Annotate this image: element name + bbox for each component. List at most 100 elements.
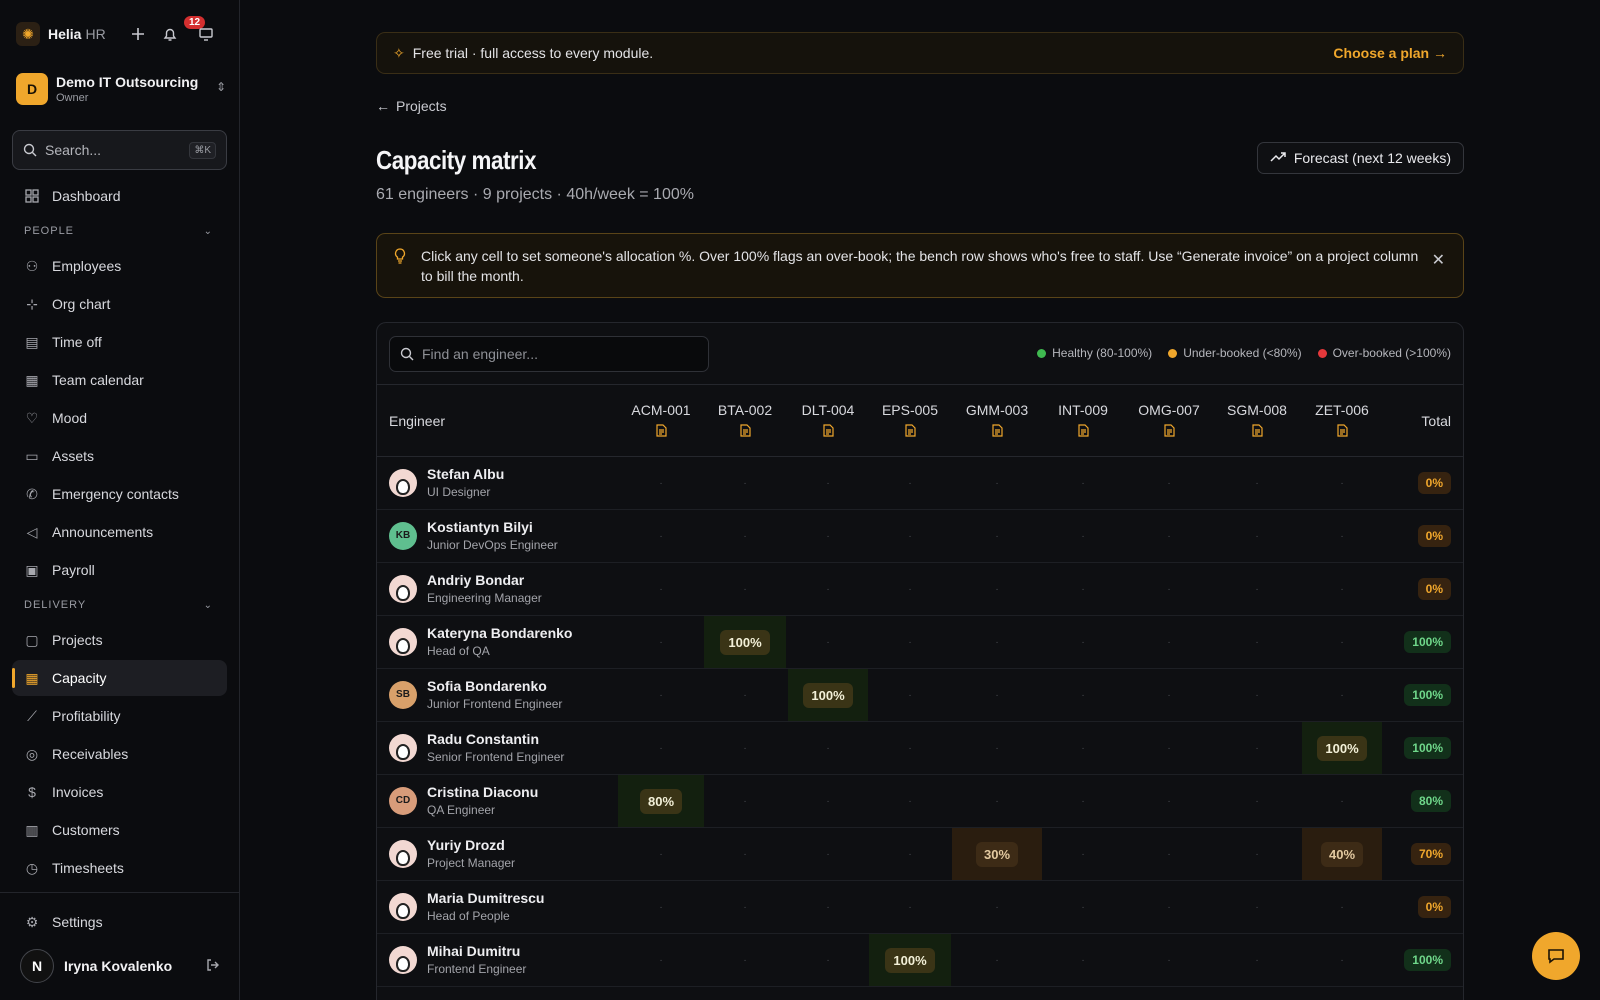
allocation-cell[interactable]: · <box>1042 775 1124 827</box>
allocation-cell[interactable]: · <box>1302 616 1382 668</box>
sidebar-item-capacity[interactable]: ▦ Capacity <box>12 660 227 696</box>
allocation-cell[interactable]: 100% <box>869 934 951 986</box>
allocation-cell[interactable]: · <box>618 563 704 615</box>
allocation-cell[interactable]: · <box>869 775 951 827</box>
allocation-cell[interactable]: · <box>1042 669 1124 721</box>
allocation-cell[interactable]: · <box>869 669 951 721</box>
column-header-project[interactable]: BTA-002 <box>704 385 786 457</box>
document-icon[interactable] <box>1251 424 1263 440</box>
allocation-cell[interactable]: · <box>1126 934 1212 986</box>
allocation-cell[interactable]: · <box>869 616 951 668</box>
org-switcher[interactable]: D Demo IT Outsourcing Owner ⇕ <box>16 72 226 106</box>
sidebar-item-invoices[interactable]: $ Invoices <box>12 774 227 810</box>
section-people[interactable]: PEOPLE ⌄ <box>12 216 227 246</box>
allocation-cell[interactable]: · <box>788 457 868 509</box>
allocation-cell[interactable]: · <box>704 457 786 509</box>
forecast-button[interactable]: Forecast (next 12 weeks) <box>1256 142 1464 174</box>
allocation-cell[interactable]: · <box>1302 934 1382 986</box>
allocation-cell[interactable]: · <box>1042 722 1124 774</box>
column-header-project[interactable]: ZET-006 <box>1302 385 1382 457</box>
allocation-cell[interactable]: · <box>618 510 704 562</box>
close-icon[interactable]: ✕ <box>1432 250 1445 270</box>
bell-icon[interactable] <box>158 22 182 46</box>
document-icon[interactable] <box>991 424 1003 440</box>
allocation-cell[interactable]: 100% <box>704 616 786 668</box>
allocation-cell[interactable]: · <box>704 934 786 986</box>
engineer-search-input[interactable]: Find an engineer... <box>389 336 709 372</box>
sidebar-item-settings[interactable]: ⚙ Settings <box>12 904 227 940</box>
document-icon[interactable] <box>822 424 834 440</box>
allocation-cell[interactable]: · <box>1213 616 1301 668</box>
allocation-cell[interactable]: · <box>618 669 704 721</box>
allocation-cell[interactable]: · <box>1213 510 1301 562</box>
allocation-cell[interactable]: · <box>1042 828 1124 880</box>
allocation-cell[interactable]: · <box>1126 881 1212 933</box>
allocation-cell[interactable]: · <box>704 828 786 880</box>
allocation-cell[interactable]: · <box>788 828 868 880</box>
allocation-cell[interactable]: · <box>1213 934 1301 986</box>
allocation-cell[interactable]: · <box>869 563 951 615</box>
allocation-cell[interactable]: · <box>1213 722 1301 774</box>
sidebar-item-time-off[interactable]: ▤ Time off <box>12 324 227 360</box>
allocation-cell[interactable]: 30% <box>952 828 1042 880</box>
allocation-cell[interactable]: 80% <box>618 775 704 827</box>
allocation-cell[interactable]: · <box>1042 563 1124 615</box>
sidebar-item-announcements[interactable]: ◁ Announcements <box>12 514 227 550</box>
allocation-cell[interactable]: · <box>952 510 1042 562</box>
chat-button[interactable] <box>1532 932 1580 980</box>
back-link[interactable]: ← Projects <box>376 98 447 114</box>
choose-plan-link[interactable]: Choose a plan → <box>1333 45 1447 61</box>
sidebar-item-receivables[interactable]: ◎ Receivables <box>12 736 227 772</box>
allocation-cell[interactable]: · <box>1213 457 1301 509</box>
engineer-cell[interactable]: Kateryna Bondarenko Head of QA <box>389 625 572 658</box>
document-icon[interactable] <box>1163 424 1175 440</box>
allocation-cell[interactable]: · <box>704 563 786 615</box>
engineer-cell[interactable]: Yuriy Drozd Project Manager <box>389 837 515 870</box>
allocation-cell[interactable]: 100% <box>1302 722 1382 774</box>
allocation-cell[interactable]: · <box>1126 457 1212 509</box>
allocation-cell[interactable]: · <box>952 881 1042 933</box>
document-icon[interactable] <box>655 424 667 440</box>
allocation-cell[interactable]: · <box>704 669 786 721</box>
allocation-cell[interactable]: · <box>1126 669 1212 721</box>
sidebar-item-team-calendar[interactable]: ▦ Team calendar <box>12 362 227 398</box>
allocation-cell[interactable]: · <box>618 934 704 986</box>
sidebar-item-employees[interactable]: ⚇ Employees <box>12 248 227 284</box>
allocation-cell[interactable]: · <box>1302 669 1382 721</box>
document-icon[interactable] <box>904 424 916 440</box>
sidebar-item-timesheets[interactable]: ◷ Timesheets <box>12 850 227 886</box>
allocation-cell[interactable]: · <box>1126 563 1212 615</box>
allocation-cell[interactable]: · <box>1126 510 1212 562</box>
allocation-cell[interactable]: · <box>1042 881 1124 933</box>
engineer-cell[interactable]: Stefan Albu UI Designer <box>389 466 504 499</box>
allocation-cell[interactable]: · <box>704 510 786 562</box>
sidebar-item-org-chart[interactable]: ⊹ Org chart <box>12 286 227 322</box>
allocation-cell[interactable]: · <box>1213 563 1301 615</box>
sidebar-item-dashboard[interactable]: Dashboard <box>12 178 227 214</box>
allocation-cell[interactable]: · <box>869 828 951 880</box>
engineer-cell[interactable]: Andriy Bondar Engineering Manager <box>389 572 542 605</box>
sidebar-item-customers[interactable]: ▥ Customers <box>12 812 227 848</box>
column-header-project[interactable]: ACM-001 <box>618 385 704 457</box>
sidebar-item-mood[interactable]: ♡ Mood <box>12 400 227 436</box>
column-header-project[interactable]: EPS-005 <box>869 385 951 457</box>
monitor-icon[interactable] <box>194 22 218 46</box>
allocation-cell[interactable]: · <box>1302 457 1382 509</box>
allocation-cell[interactable]: · <box>618 828 704 880</box>
allocation-cell[interactable]: · <box>618 616 704 668</box>
allocation-cell[interactable]: · <box>869 881 951 933</box>
column-header-project[interactable]: GMM-003 <box>952 385 1042 457</box>
allocation-cell[interactable]: 40% <box>1302 828 1382 880</box>
allocation-cell[interactable]: · <box>1126 828 1212 880</box>
allocation-cell[interactable]: · <box>788 510 868 562</box>
allocation-cell[interactable]: · <box>788 934 868 986</box>
allocation-cell[interactable]: · <box>788 563 868 615</box>
sidebar-item-assets[interactable]: ▭ Assets <box>12 438 227 474</box>
column-header-project[interactable]: OMG-007 <box>1126 385 1212 457</box>
column-header-project[interactable]: DLT-004 <box>788 385 868 457</box>
allocation-cell[interactable]: · <box>869 722 951 774</box>
allocation-cell[interactable]: · <box>618 457 704 509</box>
allocation-cell[interactable]: · <box>1302 775 1382 827</box>
sidebar-item-profitability[interactable]: ⟋ Profitability <box>12 698 227 734</box>
document-icon[interactable] <box>1336 424 1348 440</box>
